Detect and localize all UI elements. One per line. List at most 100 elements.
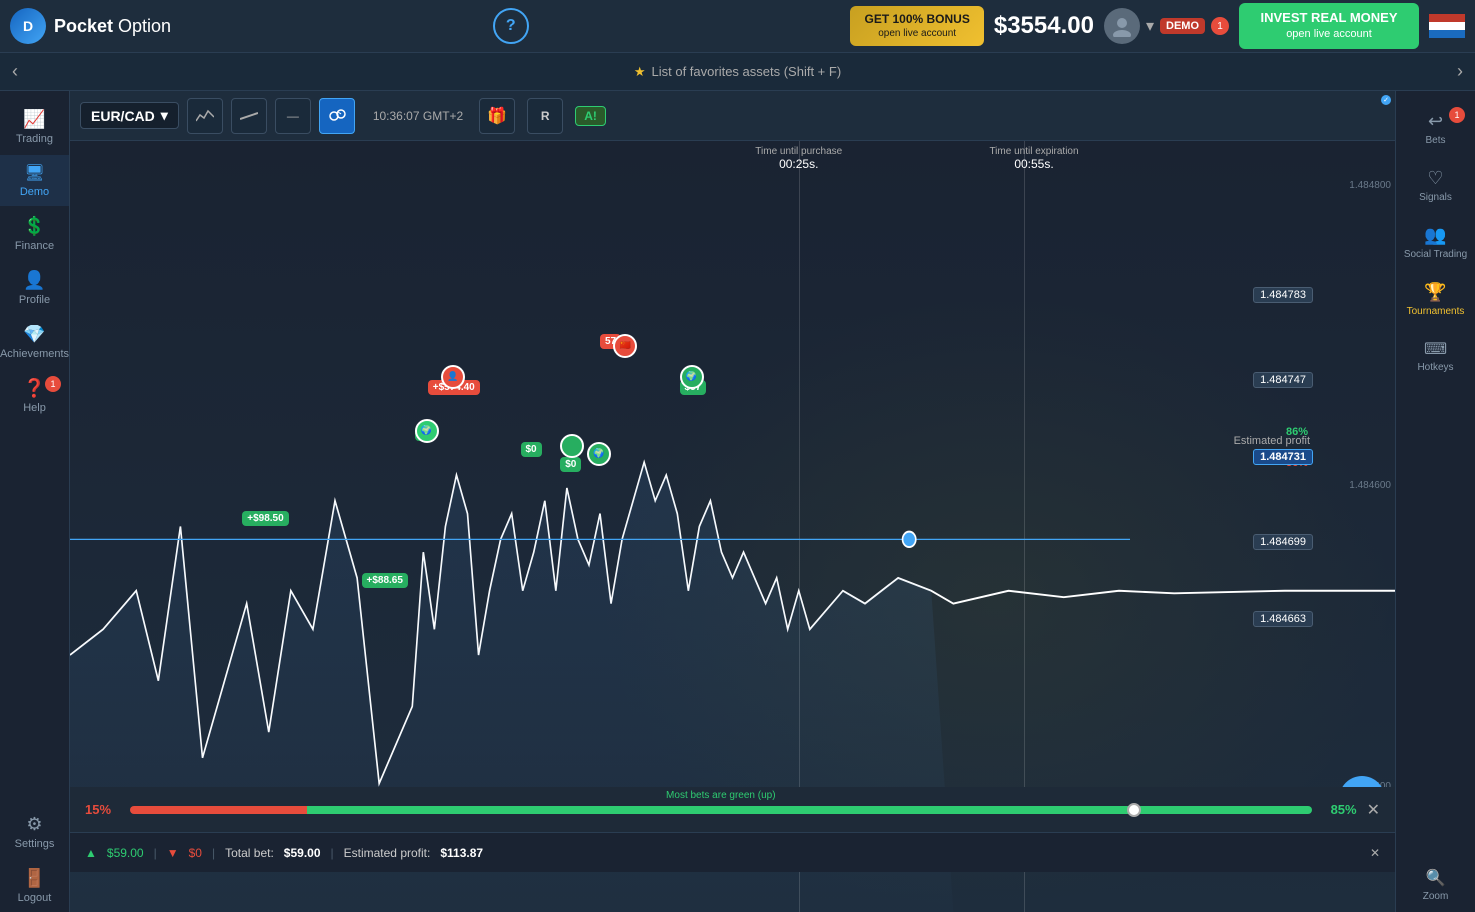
sidebar-label-achievements: Achievements	[0, 348, 69, 360]
marker-profit1: +$98.50	[242, 511, 288, 526]
close-slider-button[interactable]: ✕	[1367, 800, 1380, 820]
sidebar-item-achievements[interactable]: 💎 Achievements	[0, 316, 69, 368]
sidebar-item-logout[interactable]: 🚪 Logout	[0, 860, 69, 912]
achievements-icon: 💎	[23, 324, 45, 345]
profile-icon: 👤	[23, 270, 45, 291]
trader-avatar-1: 👤	[441, 365, 465, 389]
social-trading-icon: 👥	[1424, 225, 1446, 246]
asset-selector[interactable]: EUR/CAD ▾	[80, 102, 179, 129]
hotkeys-label: Hotkeys	[1417, 362, 1453, 373]
bets-notif-badge: 1	[1449, 107, 1465, 123]
sidebar-item-finance[interactable]: 💲 Finance	[0, 208, 69, 260]
trading-icon: 📈	[23, 109, 45, 130]
close-bet-info[interactable]: ✕	[1370, 846, 1380, 860]
sidebar-item-profile[interactable]: 👤 Profile	[0, 262, 69, 314]
bet-down-amount: $0	[189, 846, 202, 860]
tournaments-icon: 🏆	[1424, 282, 1446, 303]
hotkeys-icon: ⌨	[1424, 339, 1447, 359]
marker-profit3: +$88.65	[362, 573, 408, 588]
bets-wrapper: ↩ Bets 1	[1396, 101, 1475, 156]
marker-zero3: $0	[560, 457, 581, 472]
logout-icon: 🚪	[23, 868, 45, 889]
help-icon: ❓	[23, 378, 45, 399]
invest-label: INVEST REAL MONEY	[1255, 9, 1403, 27]
chart-container: EUR/CAD ▾ — ✓ 10:36:07 GMT+2 🎁 R	[70, 91, 1395, 912]
invest-sub: open live account	[1255, 27, 1403, 42]
social-trading-label: Social Trading	[1404, 249, 1467, 260]
trader-avatar-3: 🌍	[587, 442, 611, 466]
separator-1: |	[154, 846, 157, 860]
trader-avatar-5: 🇨🇳	[613, 334, 637, 358]
total-bet-label: Total bet:	[225, 846, 274, 860]
r-indicator-btn[interactable]: R	[527, 98, 563, 134]
sidebar-item-settings[interactable]: ⚙ Settings	[0, 806, 69, 858]
bet-info-row: ▲ $59.00 | ▼ $0 | Total bet: $59.00 | Es…	[70, 832, 1395, 872]
slider-container[interactable]: Most bets are green (up)	[130, 806, 1312, 814]
sidebar-label-help: Help	[23, 402, 46, 414]
signals-icon: ♡	[1427, 168, 1443, 189]
sidebar-label-settings: Settings	[15, 838, 55, 850]
sidebar-item-social-trading[interactable]: 👥 Social Trading	[1396, 215, 1475, 270]
sidebar-item-trading[interactable]: 📈 Trading	[0, 101, 69, 153]
slider-green-portion	[307, 806, 1311, 814]
logo-text: Pocket Option	[54, 16, 171, 37]
slider-thumb[interactable]	[1127, 803, 1141, 817]
separator-2: |	[212, 846, 215, 860]
price-label-2: 1.484747	[1253, 372, 1313, 388]
bet-up-amount: $59.00	[107, 846, 144, 860]
chevron-icon[interactable]: ▾	[1146, 16, 1154, 36]
gift-icon-btn[interactable]: 🎁	[479, 98, 515, 134]
chart-toolbar: EUR/CAD ▾ — ✓ 10:36:07 GMT+2 🎁 R	[70, 91, 1395, 141]
demo-badge: DEMO	[1160, 18, 1205, 34]
arrow-up-icon: ▲	[85, 846, 97, 860]
favbar-arrow-right[interactable]: ›	[1445, 53, 1475, 91]
chart-area[interactable]: Time until purchase 00:25s. Time until e…	[70, 141, 1395, 912]
price-label-current: 1.484731	[1253, 449, 1313, 465]
time-display: 10:36:07 GMT+2	[373, 109, 463, 123]
language-flag[interactable]	[1429, 14, 1465, 38]
bonus-button[interactable]: GET 100% BONUS open live account	[850, 6, 983, 47]
tournaments-label: Tournaments	[1407, 306, 1465, 317]
bonus-sub: open live account	[864, 27, 969, 40]
right-sidebar: ↩ Bets 1 ♡ Signals 👥 Social Trading 🏆 To…	[1395, 91, 1475, 912]
asset-name: EUR/CAD	[91, 108, 155, 124]
help-notif-badge: 1	[45, 376, 61, 392]
chart-type-line[interactable]	[231, 98, 267, 134]
separator-3: |	[331, 846, 334, 860]
bets-icon: ↩	[1428, 111, 1443, 132]
social-indicators-button[interactable]: ✓	[319, 98, 355, 134]
bonus-label: GET 100% BONUS	[864, 12, 969, 28]
chart-type-candle[interactable]: —	[275, 98, 311, 134]
pct-label-1: 86%	[1286, 426, 1308, 438]
balance-display: $3554.00	[994, 12, 1094, 40]
sidebar-item-demo[interactable]: 🖥 Demo	[0, 155, 69, 206]
price-tick-2: 1.484600	[1349, 480, 1395, 491]
topbar: D Pocket Option ? GET 100% BONUS open li…	[0, 0, 1475, 53]
star-icon: ★	[634, 64, 646, 80]
help-button[interactable]: ?	[493, 8, 529, 44]
asset-chevron: ▾	[161, 107, 168, 124]
favbar-arrow-left[interactable]: ‹	[0, 53, 30, 91]
favbar-text: List of favorites assets (Shift + F)	[652, 64, 842, 79]
est-profit-value-bottom: $113.87	[440, 846, 483, 860]
price-label-4: 1.484663	[1253, 611, 1313, 627]
chart-type-area[interactable]	[187, 98, 223, 134]
bet-slider-row: 15% Most bets are green (up) 85% ✕	[70, 787, 1395, 832]
notification-badge[interactable]: 1	[1211, 17, 1229, 35]
zoom-label: Zoom	[1423, 891, 1449, 902]
sidebar-item-hotkeys[interactable]: ⌨ Hotkeys	[1396, 329, 1475, 383]
pct-green: 85%	[1322, 802, 1357, 817]
price-label-1: 1.484783	[1253, 287, 1313, 303]
total-bet-value: $59.00	[284, 846, 321, 860]
signals-label: Signals	[1419, 192, 1452, 203]
finance-icon: 💲	[23, 216, 45, 237]
settings-icon: ⚙	[26, 814, 42, 835]
sidebar-item-help[interactable]: ❓ Help 1	[0, 370, 69, 422]
sidebar-item-signals[interactable]: ♡ Signals	[1396, 158, 1475, 213]
slider-label: Most bets are green (up)	[666, 790, 776, 801]
est-profit-label-bottom: Estimated profit:	[344, 846, 431, 860]
invest-button[interactable]: INVEST REAL MONEY open live account	[1239, 3, 1419, 49]
sidebar-item-zoom[interactable]: 🔍 Zoom	[1396, 858, 1475, 912]
sidebar-item-tournaments[interactable]: 🏆 Tournaments	[1396, 272, 1475, 327]
trader-avatar-2: 🌍	[415, 419, 439, 443]
